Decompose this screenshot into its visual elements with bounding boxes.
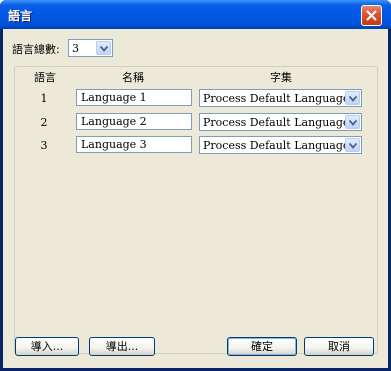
title-bar[interactable]: 語言 — [0, 0, 391, 29]
language-name-field[interactable]: Language 1 — [76, 89, 192, 106]
cancel-button[interactable]: 取消 — [304, 337, 374, 356]
column-header-charset: 字集 — [270, 71, 292, 84]
charset-value: Process Default Language — [203, 116, 350, 129]
charset-value: Process Default Language — [203, 92, 350, 105]
language-count-label: 語言總數: — [12, 43, 60, 56]
language-count-value: 3 — [72, 42, 79, 55]
language-count-select[interactable]: 3 — [68, 39, 113, 57]
window-title: 語言 — [8, 9, 33, 23]
language-name-field[interactable]: Language 2 — [76, 113, 192, 130]
charset-select[interactable]: Process Default Language — [199, 89, 362, 107]
column-header-language: 語言 — [34, 71, 56, 84]
chevron-down-icon — [349, 120, 357, 126]
row-number: 3 — [40, 139, 48, 152]
dialog-client-area: 語言總數: 3 語言 名稱 字集 1 Language 1 Process De… — [3, 29, 388, 368]
ok-button[interactable]: 確定 — [227, 337, 297, 356]
chevron-down-icon — [100, 46, 108, 52]
charset-select[interactable]: Process Default Language — [199, 136, 362, 154]
chevron-down-icon — [349, 143, 357, 149]
dropdown-button[interactable] — [345, 115, 360, 129]
chevron-down-icon — [349, 96, 357, 102]
row-number: 2 — [40, 116, 48, 129]
charset-select[interactable]: Process Default Language — [199, 113, 362, 131]
row-number: 1 — [40, 92, 48, 105]
import-button[interactable]: 導入... — [15, 337, 79, 356]
close-button[interactable] — [361, 5, 382, 26]
dropdown-button[interactable] — [345, 91, 360, 105]
dropdown-button[interactable] — [96, 41, 111, 55]
close-icon — [366, 10, 377, 21]
dropdown-button[interactable] — [345, 138, 360, 152]
export-button[interactable]: 導出... — [89, 337, 155, 356]
language-table-group — [14, 66, 378, 354]
language-name-field[interactable]: Language 3 — [76, 136, 192, 153]
dialog-window: 語言 語言總數: 3 語言 名稱 字集 1 Language 1 Process… — [0, 0, 391, 371]
column-header-name: 名稱 — [122, 71, 144, 84]
charset-value: Process Default Language — [203, 139, 350, 152]
